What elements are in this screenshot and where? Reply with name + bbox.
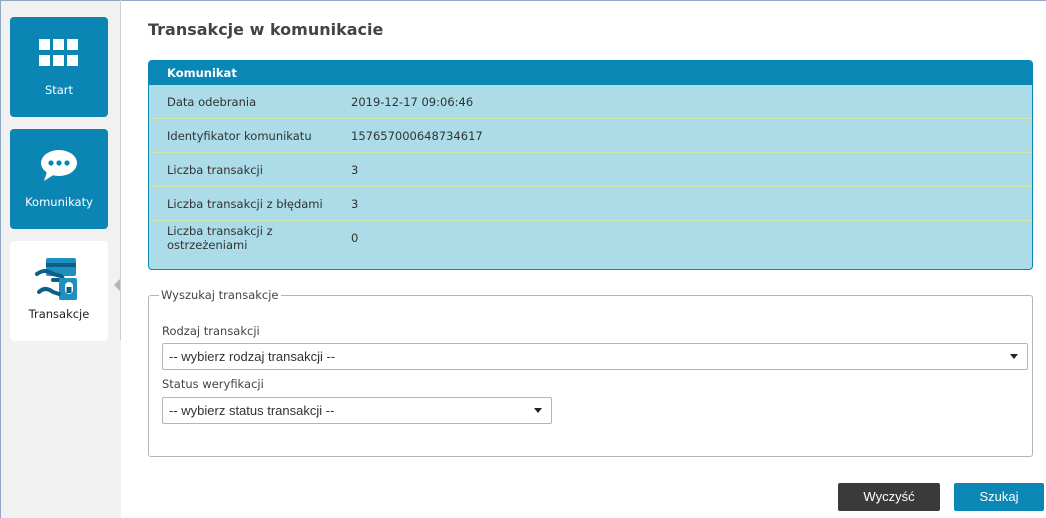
sidebar: Start Komunikaty Transakcje [1,1,121,518]
hand-card-transaction-icon [35,253,83,303]
sidebar-item-start[interactable]: Start [10,17,108,117]
sidebar-divider [120,0,121,340]
verification-status-label: Status weryfikacji [162,377,264,391]
search-legend: Wyszukaj transakcje [159,288,281,302]
main-content: Transakcje w komunikacie Komunikat Data … [148,0,1046,518]
info-row-transaction-count: Liczba transakcji 3 [149,153,1032,187]
search-transactions-fieldset: Wyszukaj transakcje Rodzaj transakcji --… [148,288,1033,457]
page-title: Transakcje w komunikacie [148,20,384,39]
info-label: Liczba transakcji z ostrzeżeniami [167,224,273,252]
sidebar-item-komunikaty[interactable]: Komunikaty [10,129,108,229]
transaction-type-select[interactable]: -- wybierz rodzaj transakcji -- [162,343,1028,370]
info-row-message-id: Identyfikator komunikatu 157657000648734… [149,119,1032,153]
clear-button[interactable]: Wyczyść [838,483,940,511]
info-value: 157657000648734617 [351,128,483,143]
info-row-error-count: Liczba transakcji z błędami 3 [149,187,1032,221]
info-value: 0 [351,231,359,245]
sidebar-item-label: Komunikaty [25,195,93,209]
verification-status-select[interactable]: -- wybierz status transakcji -- [162,397,552,424]
info-label: Liczba transakcji z błędami [167,196,323,211]
info-value: 3 [351,196,359,211]
sidebar-item-transakcje[interactable]: Transakcje [10,241,108,341]
info-label: Data odebrania [167,94,257,109]
transaction-type-selected-value: -- wybierz rodzaj transakcji -- [169,349,336,364]
chat-bubble-icon [39,141,79,191]
info-label: Liczba transakcji [167,162,263,177]
message-info-panel: Komunikat Data odebrania 2019-12-17 09:0… [148,60,1033,270]
info-label: Identyfikator komunikatu [167,128,312,143]
sidebar-item-label: Transakcje [28,307,90,321]
message-panel-header: Komunikat [149,61,1032,85]
sidebar-item-label: Start [44,83,74,97]
info-row-warning-count: Liczba transakcji z ostrzeżeniami 0 [149,221,1032,255]
info-value: 2019-12-17 09:06:46 [351,94,474,109]
chevron-down-icon [534,408,542,413]
grid-icon [39,29,79,79]
verification-status-selected-value: -- wybierz status transakcji -- [169,403,335,418]
chevron-down-icon [1010,354,1018,359]
info-value: 3 [351,162,359,177]
info-row-received-date: Data odebrania 2019-12-17 09:06:46 [149,85,1032,119]
transaction-type-label: Rodzaj transakcji [162,324,260,338]
search-button[interactable]: Szukaj [954,483,1044,511]
sidebar-collapse-arrow-icon[interactable] [114,279,120,291]
